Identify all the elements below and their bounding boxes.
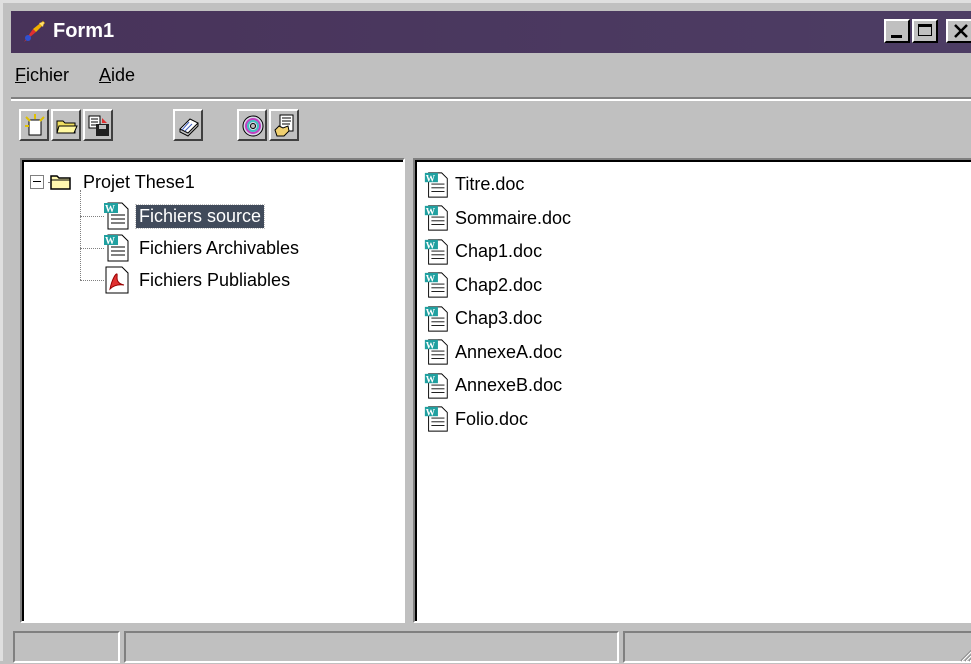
document-hand-icon (274, 114, 294, 137)
tree-item-fichiers-archivables[interactable]: W Fichiers Archivables (102, 233, 302, 263)
file-list-item[interactable]: W Chap2.doc (423, 269, 542, 302)
folder-icon (50, 175, 71, 190)
word-doc-icon: W (424, 171, 448, 198)
svg-text:W: W (426, 308, 436, 318)
app-icon (24, 21, 45, 42)
svg-text:W: W (426, 408, 436, 418)
word-doc-icon: W (424, 406, 448, 432)
tree-item-label: Fichiers Archivables (139, 237, 300, 258)
cd-button[interactable] (237, 109, 267, 141)
cd-icon (242, 115, 264, 137)
minimize-button[interactable] (884, 19, 910, 43)
tree-item-label: Fichiers source (134, 203, 266, 229)
word-doc-icon: W (424, 305, 448, 332)
status-panel-2 (124, 631, 619, 663)
tree-connector (80, 280, 104, 281)
splitter[interactable] (406, 158, 412, 623)
svg-text:W: W (426, 341, 436, 351)
title-bar[interactable]: Form1 (11, 11, 971, 53)
close-button[interactable] (946, 19, 971, 43)
svg-text:W: W (426, 375, 436, 385)
word-doc-icon: W (424, 339, 448, 365)
menu-aide[interactable]: Aide (99, 65, 135, 86)
file-list: W Titre.doc W Sommaire.doc W Chap1.doc W Chap2.… (415, 160, 971, 621)
menu-bar: Fichier Aide (11, 55, 971, 95)
tree-connector (80, 190, 81, 280)
open-folder-icon (56, 120, 78, 134)
resize-grip-icon[interactable] (958, 646, 971, 662)
svg-text:W: W (426, 174, 436, 184)
file-name: Folio.doc (455, 408, 529, 429)
menu-aide-rest: ide (111, 65, 136, 85)
menu-fichier-rest: ichier (26, 65, 70, 85)
tree-pane[interactable]: Projet These1 W Fichiers source W Fichie… (20, 158, 405, 623)
status-panel-1 (13, 631, 120, 663)
menu-separator (11, 97, 971, 101)
status-panel-3 (623, 631, 971, 663)
svg-text:W: W (426, 207, 436, 217)
file-name: Chap1.doc (455, 241, 543, 261)
svg-text:W: W (426, 241, 436, 251)
tree-item-fichiers-source[interactable]: W Fichiers source (102, 201, 266, 231)
tree-item-fichiers-publiables[interactable]: Fichiers Publiables (102, 265, 293, 295)
word-doc-icon: W (424, 205, 448, 231)
book-button[interactable] (173, 109, 203, 141)
tree-connector (80, 216, 104, 217)
document-hand-button[interactable] (269, 109, 299, 141)
minimize-icon (891, 35, 902, 38)
file-list-item[interactable]: W Titre.doc (423, 168, 524, 201)
maximize-button[interactable] (912, 19, 938, 43)
close-icon (954, 24, 968, 38)
menu-aide-accel: A (99, 65, 112, 85)
menu-fichier[interactable]: Fichier (15, 65, 69, 86)
word-doc-icon: W (424, 372, 448, 399)
svg-text:W: W (105, 236, 115, 247)
tree-pane-inner: Projet These1 W Fichiers source W Fichie… (22, 160, 403, 621)
word-doc-icon: W (104, 202, 129, 230)
save-button[interactable] (83, 109, 113, 141)
file-list-item[interactable]: W Sommaire.doc (423, 202, 571, 235)
collapse-icon[interactable] (30, 175, 44, 189)
pdf-doc-icon (105, 266, 129, 294)
menu-fichier-accel: F (15, 65, 26, 85)
file-list-item[interactable]: W Folio.doc (423, 403, 528, 436)
toolbar (11, 103, 971, 149)
svg-text:W: W (426, 274, 436, 284)
word-doc-icon: W (104, 234, 129, 262)
tree-root-label: Projet These1 (83, 171, 195, 192)
file-list-item[interactable]: W AnnexeA.doc (423, 336, 562, 369)
tree-connector (80, 248, 104, 249)
word-doc-icon: W (424, 272, 448, 298)
save-icon (88, 115, 109, 136)
file-name: AnnexeB.doc (455, 375, 563, 395)
file-name: Chap3.doc (455, 308, 543, 328)
maximize-icon (918, 24, 932, 36)
file-name: AnnexeA.doc (455, 341, 563, 362)
main-window: Form1 Fichier Aide Projet These1 W Fichi… (0, 0, 971, 664)
svg-text:W: W (105, 204, 115, 215)
tree-item-label: Fichiers Publiables (139, 269, 291, 290)
window-title: Form1 (53, 20, 115, 42)
tree-root[interactable]: Projet These1 (30, 167, 198, 197)
new-icon (25, 114, 45, 136)
status-bar (11, 627, 971, 664)
file-name: Titre.doc (455, 174, 525, 194)
file-list-item[interactable]: W AnnexeB.doc (423, 369, 562, 402)
book-icon (179, 118, 199, 137)
file-name: Sommaire.doc (455, 207, 572, 228)
word-doc-icon: W (424, 238, 448, 265)
file-name: Chap2.doc (455, 274, 543, 295)
new-button[interactable] (19, 109, 49, 141)
file-list-pane[interactable]: W Titre.doc W Sommaire.doc W Chap1.doc W Chap2.… (413, 158, 971, 623)
file-list-item[interactable]: W Chap1.doc (423, 235, 542, 268)
open-button[interactable] (51, 109, 81, 141)
file-list-item[interactable]: W Chap3.doc (423, 302, 542, 335)
